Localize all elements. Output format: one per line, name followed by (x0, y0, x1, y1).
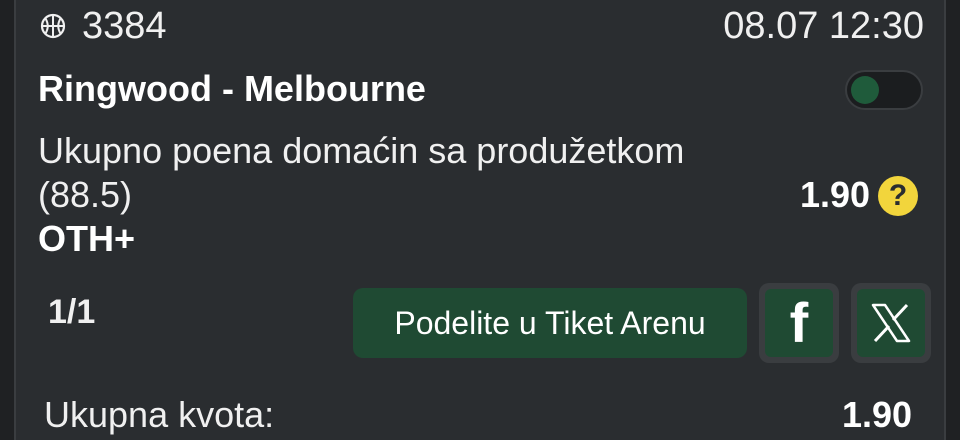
match-toggle[interactable] (845, 70, 923, 110)
total-odds-value: 1.90 (842, 394, 913, 435)
facebook-icon: f (789, 291, 809, 354)
selection-label: OTH+ (38, 218, 136, 259)
question-icon[interactable]: ? (878, 176, 918, 216)
total-odds-label: Ukupna kvota: (44, 394, 275, 435)
event-datetime: 08.07 12:30 (723, 5, 924, 47)
market-name: Ukupno poena domaćin sa produžetkom (38, 130, 685, 171)
match-title: Ringwood - Melbourne (38, 68, 426, 109)
basketball-icon (40, 13, 66, 39)
event-id: 3384 (82, 5, 167, 47)
share-tiket-arena-button[interactable]: Podelite u Tiket Arenu (353, 288, 747, 358)
toggle-knob (851, 76, 879, 104)
x-icon (871, 303, 911, 343)
odd-value: 1.90 (800, 174, 871, 215)
facebook-share-button[interactable]: f (759, 283, 839, 363)
bet-slip-card: 3384 08.07 12:30 Ringwood - Melbourne Uk… (14, 0, 946, 440)
market-line: (88.5) (38, 174, 133, 215)
ticket-count: 1/1 (48, 293, 96, 331)
x-share-button[interactable] (851, 283, 931, 363)
